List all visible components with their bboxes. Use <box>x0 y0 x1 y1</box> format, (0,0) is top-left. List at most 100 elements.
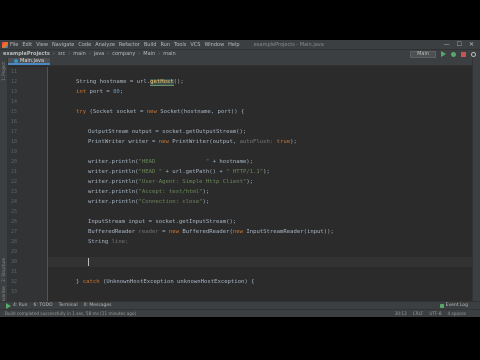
editor-tab-bar: Main.java <box>8 58 472 66</box>
breadcrumb-package[interactable]: company › <box>112 51 140 57</box>
code-line: writer.println("User-Agent: Simple Http … <box>88 179 254 185</box>
indent-setting[interactable]: 4 spaces <box>448 311 466 316</box>
code-line: OutputStream output = socket.getOutputSt… <box>88 129 247 135</box>
code-line: BufferedReader reader = new BufferedRead… <box>88 229 334 235</box>
event-log-icon <box>439 303 444 308</box>
search-icon[interactable] <box>471 51 476 57</box>
debug-icon[interactable] <box>451 51 456 57</box>
code-line: writer.println("Accept: text/html"); <box>88 189 210 195</box>
minimize-icon[interactable]: — <box>444 41 450 48</box>
line-number: 12 <box>11 79 18 85</box>
event-log-tab[interactable]: Event Log <box>439 303 468 308</box>
breadcrumb-src[interactable]: src › <box>58 51 70 57</box>
bottom-tool-bar: 4: Run 6: TODO Terminal 0: Messages Even… <box>0 301 480 309</box>
code-line: String hostname = url.getHost(); <box>76 79 184 86</box>
line-number: 17 <box>11 129 18 135</box>
line-number: 21 <box>11 169 18 175</box>
messages-tool-tab[interactable]: 0: Messages <box>84 303 112 308</box>
right-tool-strip <box>472 58 480 301</box>
breadcrumb-method[interactable]: main <box>163 51 176 57</box>
line-number: 23 <box>11 189 18 195</box>
menu-help[interactable]: Help <box>228 42 239 48</box>
code-line: writer.println("HEAD " + url.getPath() +… <box>88 169 270 175</box>
line-number: 30 <box>11 259 18 265</box>
line-number: 24 <box>11 199 18 205</box>
menu-build[interactable]: Build <box>144 42 157 48</box>
line-number: 25 <box>11 209 18 215</box>
line-number: 11 <box>11 69 18 75</box>
project-tool-tab[interactable]: 1: Project <box>1 62 6 81</box>
line-number: 32 <box>11 279 18 285</box>
line-number: 31 <box>11 269 18 275</box>
run-toolbar: Main <box>410 50 476 58</box>
window-title: exampleProjects - Main.java <box>253 41 324 48</box>
intellij-logo-icon <box>2 41 8 48</box>
line-number: 22 <box>11 179 18 185</box>
line-number: 29 <box>11 249 18 255</box>
line-number: 13 <box>11 89 18 95</box>
breadcrumb-main[interactable]: main › <box>73 51 91 57</box>
code-editor[interactable]: String hostname = url.getHost(); int por… <box>48 67 472 301</box>
line-number: 28 <box>11 239 18 245</box>
run-tab-icon <box>6 302 11 309</box>
structure-tool-tab[interactable]: 2: Structure <box>1 258 6 282</box>
terminal-tool-tab[interactable]: Terminal <box>59 303 78 308</box>
todo-tool-tab[interactable]: 6: TODO <box>33 303 52 308</box>
code-line: } catch (UnknownHostException unknownHos… <box>76 279 255 285</box>
run-config-select[interactable]: Main <box>410 50 436 58</box>
code-line: String line; <box>88 239 129 245</box>
line-number: 15 <box>11 109 18 115</box>
code-line: PrintWriter writer = new PrintWriter(out… <box>88 139 297 145</box>
line-separator[interactable]: CRLF <box>413 311 424 316</box>
menu-bar: File Edit View Navigate Code Analyze Ref… <box>0 40 480 49</box>
menu-vcs[interactable]: VCS <box>190 42 200 48</box>
file-encoding[interactable]: UTF-8 <box>429 311 441 316</box>
menu-run[interactable]: Run <box>160 42 170 48</box>
stop-icon[interactable] <box>461 51 466 57</box>
menu-refactor[interactable]: Refactor <box>119 42 140 48</box>
navigation-bar: exampleProjects › src › main › java › compan… <box>0 49 480 58</box>
menu-window[interactable]: Window <box>204 42 224 48</box>
caret-position[interactable]: 30:13 <box>395 311 407 316</box>
close-icon[interactable]: ✕ <box>469 41 474 48</box>
menu-code[interactable]: Code <box>78 42 91 48</box>
status-message: Build completed successfully in 1 sec, 5… <box>5 311 137 316</box>
menu-file[interactable]: File <box>10 42 18 48</box>
left-tool-strip: 1: Project 2: Structure Favorites <box>0 58 8 304</box>
line-number: 33 <box>11 289 18 295</box>
run-tool-tab[interactable]: 4: Run <box>6 302 27 309</box>
menu-tools[interactable]: Tools <box>174 42 186 48</box>
line-number: 14 <box>11 99 18 105</box>
code-line: InputStream input = socket.getInputStrea… <box>88 219 237 225</box>
maximize-icon[interactable]: ☐ <box>457 41 462 48</box>
code-line: writer.println("Connection: close"); <box>88 199 210 205</box>
line-number: 26 <box>11 219 18 225</box>
menu-view[interactable]: View <box>36 42 48 48</box>
ide-window: File Edit View Navigate Code Analyze Ref… <box>0 40 480 317</box>
menu-navigate[interactable]: Navigate <box>52 42 74 48</box>
breadcrumb-project[interactable]: exampleProjects › <box>3 51 55 57</box>
tab-main-java[interactable]: Main.java <box>8 57 51 65</box>
text-caret <box>88 257 89 266</box>
tab-label: Main.java <box>20 57 45 64</box>
breadcrumb-class[interactable]: Main › <box>143 51 160 57</box>
line-number: 19 <box>11 149 18 155</box>
run-icon[interactable] <box>441 51 446 57</box>
breadcrumb-java[interactable]: java › <box>94 51 109 57</box>
line-number: 27 <box>11 229 18 235</box>
menu-analyze[interactable]: Analyze <box>95 42 115 48</box>
code-line: try (Socket socket = new Socket(hostname… <box>76 109 245 115</box>
status-bar: Build completed successfully in 1 sec, 5… <box>0 309 480 317</box>
line-number: 16 <box>11 119 18 125</box>
line-number: 20 <box>11 159 18 165</box>
code-line: int port = 80; <box>76 89 124 95</box>
menu-edit[interactable]: Edit <box>22 42 32 48</box>
line-number: 18 <box>11 139 18 145</box>
